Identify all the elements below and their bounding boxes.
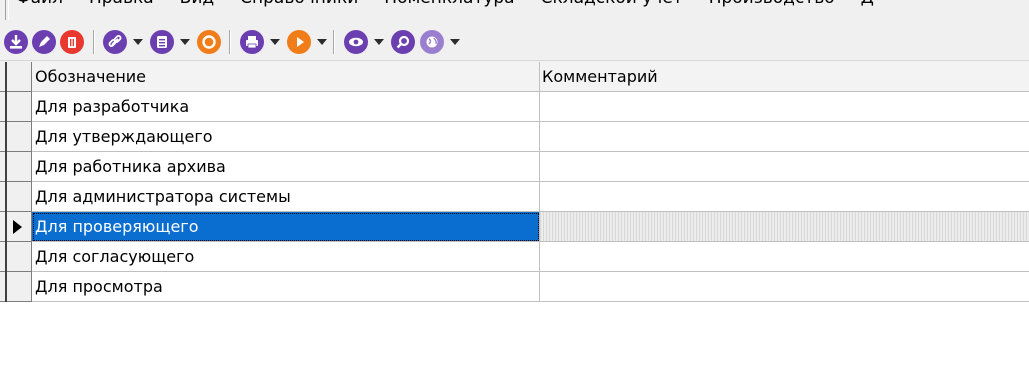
table-row[interactable]: Для утверждающего — [0, 122, 1029, 152]
designation-cell[interactable]: Для утверждающего — [32, 122, 540, 152]
row-indicator[interactable] — [0, 92, 32, 122]
designation-cell[interactable]: Для проверяющего — [32, 212, 540, 242]
link-icon[interactable] — [103, 30, 127, 54]
comment-cell[interactable] — [540, 92, 1029, 122]
menu-file[interactable]: Файл — [16, 0, 63, 8]
data-grid: Обозначение Комментарий Для разработчика… — [0, 62, 1029, 389]
header-indicator — [0, 62, 32, 92]
table-row[interactable]: Для работника архива — [0, 152, 1029, 182]
download-icon[interactable] — [4, 30, 28, 54]
menu-references[interactable]: Справочники — [240, 0, 358, 8]
menu-items: Файл Правка Вид Справочники Номенклатура Скла… — [16, 0, 900, 8]
grid-header: Обозначение Комментарий — [0, 62, 1029, 92]
search-icon[interactable] — [391, 30, 415, 54]
menu-production[interactable]: Производство — [709, 0, 835, 8]
comment-cell[interactable] — [540, 212, 1029, 242]
designation-cell[interactable]: Для просмотра — [32, 272, 540, 302]
column-header-comment[interactable]: Комментарий — [540, 62, 1029, 92]
row-indicator[interactable] — [0, 152, 32, 182]
globe-icon[interactable] — [420, 30, 444, 54]
print-dropdown-arrow[interactable] — [270, 39, 280, 45]
toolbar-separator — [93, 30, 95, 54]
play-dropdown-arrow[interactable] — [317, 39, 327, 45]
table-row[interactable]: Для согласующего — [0, 242, 1029, 272]
row-indicator[interactable] — [0, 212, 32, 242]
menu-warehouse[interactable]: Складской учет — [541, 0, 683, 8]
list-dropdown-arrow[interactable] — [180, 39, 190, 45]
comment-cell[interactable] — [540, 272, 1029, 302]
print-icon[interactable] — [240, 30, 264, 54]
globe-dropdown-arrow[interactable] — [450, 39, 460, 45]
table-row[interactable]: Для администратора системы — [0, 182, 1029, 212]
designation-cell[interactable]: Для разработчика — [32, 92, 540, 122]
row-indicator[interactable] — [0, 182, 32, 212]
menu-view[interactable]: Вид — [180, 0, 214, 8]
edit-icon[interactable] — [32, 30, 56, 54]
list-icon[interactable] — [150, 30, 174, 54]
play-icon[interactable] — [287, 30, 311, 54]
toolbar-separator — [333, 30, 335, 54]
toolbar-separator — [229, 30, 231, 54]
delete-icon[interactable] — [60, 30, 84, 54]
row-indicator[interactable] — [0, 242, 32, 272]
menu-nomenclature[interactable]: Номенклатура — [384, 0, 514, 8]
eye-dropdown-arrow[interactable] — [374, 39, 384, 45]
current-row-arrow-icon — [13, 220, 22, 234]
row-indicator[interactable] — [0, 122, 32, 152]
refresh-icon[interactable] — [197, 30, 221, 54]
comment-cell[interactable] — [540, 122, 1029, 152]
comment-cell[interactable] — [540, 182, 1029, 212]
designation-cell[interactable]: Для администратора системы — [32, 182, 540, 212]
row-indicator[interactable] — [0, 272, 32, 302]
menu-grip[interactable] — [5, 0, 9, 20]
table-row[interactable]: Для разработчика — [0, 92, 1029, 122]
menu-edit[interactable]: Правка — [89, 0, 154, 8]
column-header-designation[interactable]: Обозначение — [32, 62, 540, 92]
link-dropdown-arrow[interactable] — [133, 39, 143, 45]
eye-icon[interactable] — [344, 30, 368, 54]
designation-cell[interactable]: Для согласующего — [32, 242, 540, 272]
menu-bar: Файл Правка Вид Справочники Номенклатура Скла… — [0, 0, 1029, 24]
table-row[interactable]: Для просмотра — [0, 272, 1029, 302]
toolbar — [0, 24, 1029, 61]
menu-more[interactable]: Д — [861, 0, 874, 8]
designation-cell[interactable]: Для работника архива — [32, 152, 540, 182]
comment-cell[interactable] — [540, 152, 1029, 182]
comment-cell[interactable] — [540, 242, 1029, 272]
table-row-selected[interactable]: Для проверяющего — [0, 212, 1029, 242]
